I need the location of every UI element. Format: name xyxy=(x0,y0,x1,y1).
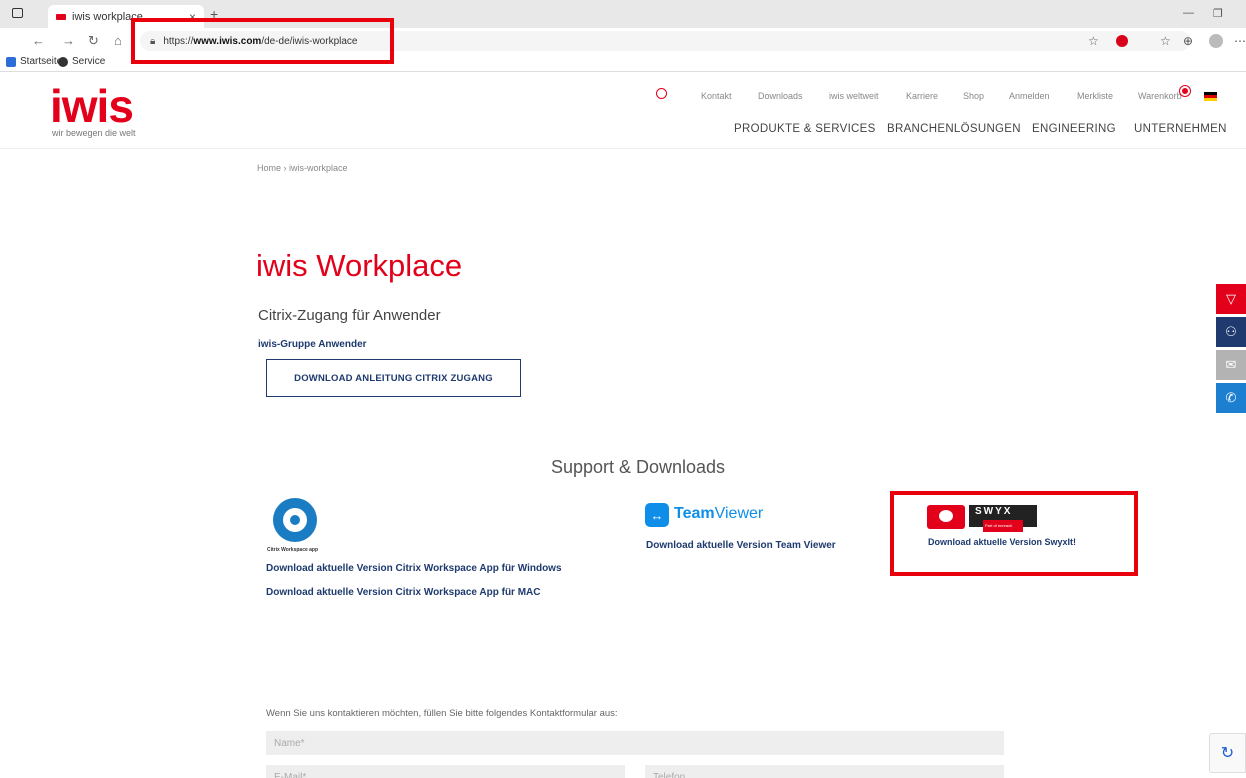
forward-icon[interactable]: → xyxy=(62,33,75,48)
phone-icon[interactable]: ✆ xyxy=(1216,383,1246,413)
reload-icon[interactable]: ↻ xyxy=(88,33,99,49)
url-highlight-box xyxy=(131,18,394,64)
citrix-caption: Citrix Workspace app xyxy=(267,547,319,553)
iwis-logo[interactable]: iwis xyxy=(50,83,134,129)
page-title: iwis Workplace xyxy=(256,248,463,283)
profile-avatar[interactable] xyxy=(1209,34,1223,48)
bookmark-label: Service xyxy=(72,56,106,67)
toplink-warenkorb[interactable]: Warenkorb xyxy=(1138,91,1182,101)
nav-produkte[interactable]: PRODUKTE & SERVICES xyxy=(734,123,876,135)
favorite-star-icon[interactable]: ☆ xyxy=(1088,34,1099,48)
swyx-highlight-box xyxy=(890,491,1138,576)
collections-icon[interactable]: ⊕ xyxy=(1183,34,1193,48)
search-icon[interactable] xyxy=(656,88,667,99)
recaptcha-icon[interactable]: ↻ xyxy=(1209,733,1246,773)
toplink-kontakt[interactable]: Kontakt xyxy=(701,91,732,101)
support-heading: Support & Downloads xyxy=(550,457,726,477)
bookmark-service[interactable]: Service xyxy=(58,56,105,67)
citrix-logo-icon[interactable] xyxy=(273,498,317,542)
toplink-merkliste[interactable]: Merkliste xyxy=(1077,91,1113,101)
name-field[interactable]: Name* xyxy=(266,731,1004,755)
email-field[interactable]: E-Mail* xyxy=(266,765,625,778)
favorites-icon[interactable]: ☆ xyxy=(1160,34,1171,48)
nav-branchen[interactable]: BRANCHENLÖSUNGEN xyxy=(887,123,1021,135)
toplink-shop[interactable]: Shop xyxy=(963,91,984,101)
favicon-icon xyxy=(56,13,66,20)
german-flag-icon[interactable] xyxy=(1204,92,1217,101)
bookmark-label: Startseite xyxy=(20,56,63,67)
nav-engineering[interactable]: ENGINEERING xyxy=(1032,123,1116,135)
bookmark-startseite[interactable]: Startseite xyxy=(6,56,62,67)
tab-actions-icon[interactable] xyxy=(12,8,23,18)
minimize-icon[interactable]: — xyxy=(1183,7,1194,19)
teamviewer-logo-icon[interactable]: ↔ xyxy=(645,503,669,527)
breadcrumb[interactable]: Home › iwis-workplace xyxy=(257,163,348,173)
adblock-icon[interactable] xyxy=(1116,35,1128,47)
download-citrix-guide-button[interactable]: DOWNLOAD ANLEITUNG CITRIX ZUGANG xyxy=(266,359,521,397)
contact-person-icon[interactable]: ⚇ xyxy=(1216,317,1246,347)
logo-tagline: wir bewegen die welt xyxy=(52,128,136,138)
filter-icon[interactable]: ▽ xyxy=(1216,284,1246,314)
citrix-subheading: Citrix-Zugang für Anwender xyxy=(258,307,441,324)
toplink-anmelden[interactable]: Anmelden xyxy=(1009,91,1050,101)
citrix-mac-link[interactable]: Download aktuelle Version Citrix Workspa… xyxy=(266,587,541,598)
form-intro: Wenn Sie uns kontaktieren möchten, fülle… xyxy=(266,708,618,719)
toplink-karriere[interactable]: Karriere xyxy=(906,91,938,101)
header-divider xyxy=(0,148,1246,149)
home-icon[interactable]: ⌂ xyxy=(114,33,122,48)
citrix-windows-link[interactable]: Download aktuelle Version Citrix Workspa… xyxy=(266,563,562,574)
back-icon[interactable]: ← xyxy=(32,33,45,48)
group-label: iwis-Gruppe Anwender xyxy=(258,339,367,350)
mail-icon[interactable]: ✉ xyxy=(1216,350,1246,380)
bookmark-icon xyxy=(58,56,68,67)
teamviewer-link[interactable]: Download aktuelle Version Team Viewer xyxy=(646,540,836,551)
phone-field[interactable]: Telefon xyxy=(645,765,1004,778)
teamviewer-wordmark: TeamViewer xyxy=(674,505,764,522)
browser-window: iwis workplace × + — ❐ ← → ↻ ⌂ 🔒︎ https:… xyxy=(0,0,1246,778)
toplink-downloads[interactable]: Downloads xyxy=(758,91,803,101)
bookmark-icon xyxy=(6,56,16,67)
more-icon[interactable]: ⋯ xyxy=(1234,34,1246,48)
nav-unternehmen[interactable]: UNTERNEHMEN xyxy=(1134,123,1227,135)
restore-icon[interactable]: ❐ xyxy=(1213,7,1223,20)
toplink-weltweit[interactable]: iwis weltweit xyxy=(829,91,879,101)
cart-badge xyxy=(1180,86,1190,96)
